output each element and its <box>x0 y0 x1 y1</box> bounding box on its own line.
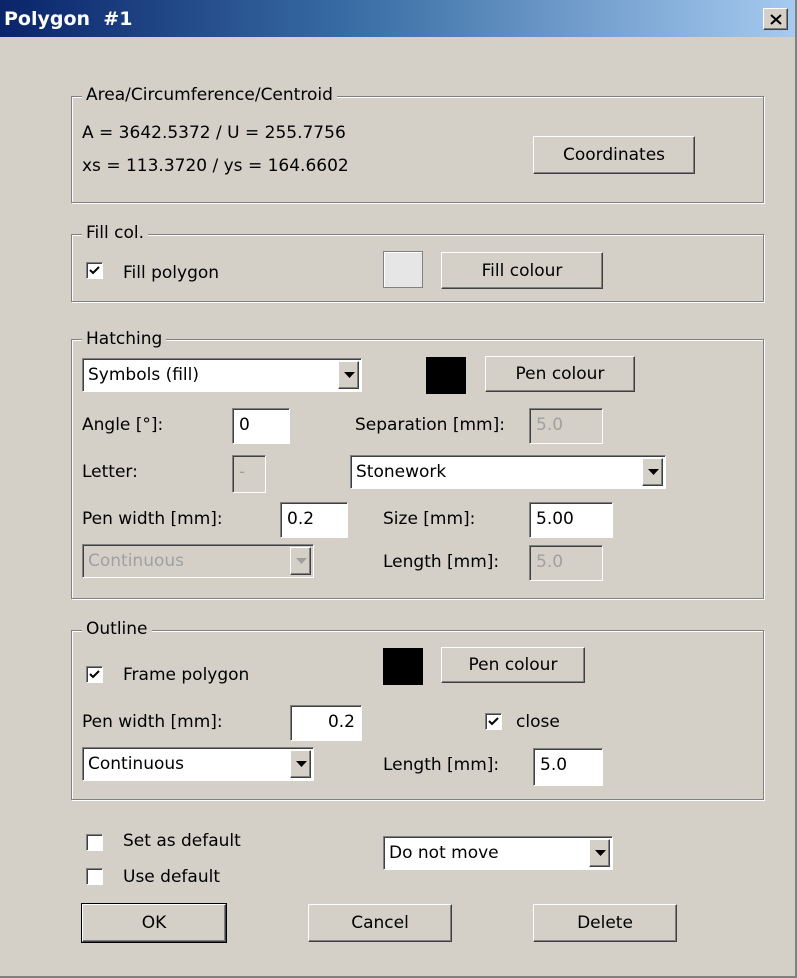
outline-pen-width-label: Pen width [mm]: <box>82 712 223 732</box>
dropdown-arrow <box>290 547 311 575</box>
outline-pen-width-input[interactable]: 0.2 <box>290 705 362 741</box>
centroid-text: xs = 113.3720 / ys = 164.6602 <box>82 156 349 176</box>
hatching-pen-width-label: Pen width [mm]: <box>82 509 223 529</box>
hatching-pen-width-input[interactable]: 0.2 <box>280 502 348 538</box>
move-value: Do not move <box>389 843 499 863</box>
hatching-group-legend: Hatching <box>82 329 167 349</box>
hatching-pattern-dropdown[interactable]: Stonework <box>350 455 666 489</box>
coordinates-button[interactable]: Coordinates <box>533 136 695 174</box>
letter-input: - <box>232 455 266 493</box>
dropdown-arrow[interactable] <box>589 839 610 867</box>
area-circumference-text: A = 3642.5372 / U = 255.7756 <box>82 123 346 143</box>
dropdown-arrow[interactable] <box>290 750 311 778</box>
angle-input[interactable]: 0 <box>232 408 290 444</box>
outline-pen-swatch[interactable] <box>383 648 423 685</box>
outline-group-legend: Outline <box>82 619 152 639</box>
letter-label: Letter: <box>82 462 138 482</box>
outline-pen-colour-button[interactable]: Pen colour <box>441 647 585 683</box>
hatching-type-value: Symbols (fill) <box>88 365 200 385</box>
title-bar[interactable]: Polygon #1 <box>0 0 795 37</box>
polygon-dialog: Polygon #1 Area/Circumference/Centroid A… <box>0 0 797 978</box>
angle-label: Angle [°]: <box>82 415 164 435</box>
window-title: Polygon #1 <box>4 8 133 30</box>
checkmark-icon <box>89 670 100 679</box>
move-dropdown[interactable]: Do not move <box>383 836 613 870</box>
use-default-checkbox[interactable] <box>86 868 103 885</box>
fill-colour-button[interactable]: Fill colour <box>441 252 603 289</box>
fill-polygon-checkbox[interactable] <box>86 262 103 279</box>
chevron-down-icon <box>595 850 606 856</box>
dropdown-arrow[interactable] <box>338 361 359 389</box>
outline-length-input[interactable]: 5.0 <box>533 748 603 786</box>
chevron-down-icon <box>648 469 659 475</box>
set-as-default-label: Set as default <box>123 831 241 851</box>
close-label: close <box>516 712 560 732</box>
hatching-type-dropdown[interactable]: Symbols (fill) <box>82 358 362 392</box>
size-input[interactable]: 5.00 <box>529 502 613 538</box>
close-button[interactable] <box>763 8 788 30</box>
frame-polygon-checkbox[interactable] <box>86 666 103 683</box>
delete-button[interactable]: Delete <box>533 904 677 942</box>
fill-polygon-label: Fill polygon <box>123 263 220 283</box>
ok-button[interactable]: OK <box>81 903 227 943</box>
chevron-down-icon <box>296 761 307 767</box>
close-checkbox[interactable] <box>485 713 502 730</box>
set-as-default-checkbox[interactable] <box>86 834 103 851</box>
outline-line-style-dropdown[interactable]: Continuous <box>82 747 314 781</box>
area-group-legend: Area/Circumference/Centroid <box>82 85 337 105</box>
chevron-down-icon <box>296 558 307 564</box>
hatching-pen-colour-button[interactable]: Pen colour <box>485 356 635 392</box>
size-label: Size [mm]: <box>383 509 476 529</box>
hatching-length-label: Length [mm]: <box>383 552 500 572</box>
hatching-pattern-value: Stonework <box>356 462 447 482</box>
frame-polygon-label: Frame polygon <box>123 665 250 685</box>
dropdown-arrow[interactable] <box>642 458 663 486</box>
fill-colour-swatch[interactable] <box>383 251 423 288</box>
separation-label: Separation [mm]: <box>355 415 505 435</box>
close-icon <box>770 14 782 25</box>
outline-length-label: Length [mm]: <box>383 755 500 775</box>
separation-input: 5.0 <box>529 408 603 444</box>
use-default-label: Use default <box>123 867 220 887</box>
hatching-pen-swatch[interactable] <box>426 357 466 394</box>
chevron-down-icon <box>344 372 355 378</box>
fill-group-legend: Fill col. <box>82 223 148 243</box>
cancel-button[interactable]: Cancel <box>308 904 452 942</box>
checkmark-icon <box>89 266 100 275</box>
outline-line-style-value: Continuous <box>88 754 185 774</box>
checkmark-icon <box>488 717 499 726</box>
hatching-line-style-dropdown: Continuous <box>82 544 314 578</box>
hatching-length-input: 5.0 <box>529 545 603 581</box>
hatching-line-style-value: Continuous <box>88 551 185 571</box>
